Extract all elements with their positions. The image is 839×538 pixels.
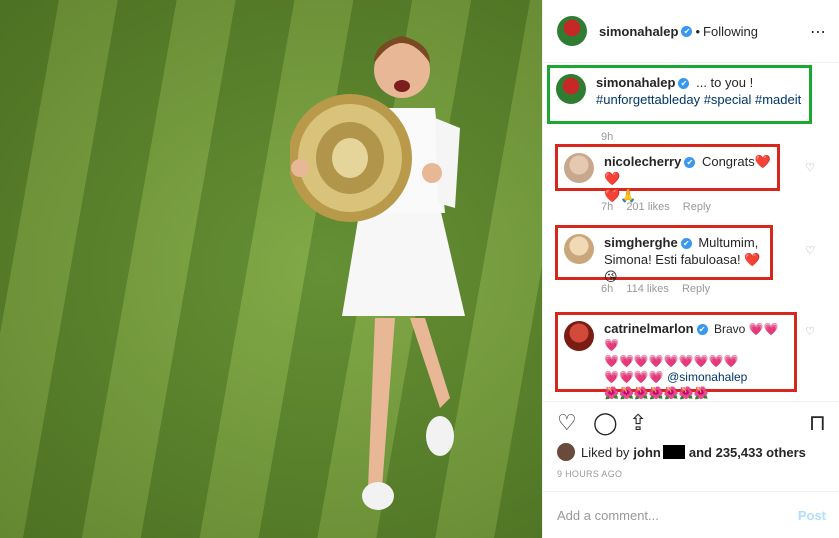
like-heart-icon[interactable]: ♡ <box>805 244 815 257</box>
following-button[interactable]: Following <box>703 24 758 39</box>
caption-age: 9h <box>601 131 614 143</box>
comment-text: Bravo <box>713 322 746 336</box>
action-bar: ♡ ◯ ⇪ ⊓ <box>543 401 839 441</box>
verified-icon: ✔ <box>678 78 690 90</box>
comment-text: Congrats <box>701 154 755 169</box>
post-header: simonahalep ✔ • Following ⋯ <box>543 0 839 63</box>
comment-age: 6h <box>601 283 614 295</box>
comment-likes[interactable]: 201 likes <box>626 201 669 213</box>
comment-username[interactable]: simgherghe <box>604 235 678 250</box>
post-button[interactable]: Post <box>798 508 826 523</box>
heart-icon[interactable]: ♡ <box>557 410 577 436</box>
comment-username[interactable]: nicolecherry <box>604 154 681 169</box>
comment-catrinelmarlon: catrinelmarlon ✔ Bravo 💗💗💗 💗💗💗💗💗💗💗💗💗 💗💗💗💗… <box>555 312 797 400</box>
caption-username[interactable]: simonahalep <box>596 75 675 90</box>
avatar[interactable] <box>557 443 575 461</box>
verified-icon: ✔ <box>696 324 708 336</box>
verified-icon: ✔ <box>680 238 692 250</box>
comment-likes[interactable]: 114 likes <box>626 283 669 295</box>
verified-icon: ✔ <box>681 25 693 37</box>
header-username[interactable]: simonahalep <box>599 24 678 39</box>
comment-mention[interactable]: @simonahalep <box>667 370 747 384</box>
post-photo[interactable] <box>0 0 542 538</box>
avatar[interactable] <box>564 153 594 183</box>
avatar[interactable] <box>564 321 594 351</box>
avatar[interactable] <box>564 234 594 264</box>
share-icon[interactable]: ⇪ <box>629 410 647 436</box>
instagram-post: simonahalep ✔ • Following ⋯ simonahalep ✔… <box>0 0 839 538</box>
add-comment-bar: Post <box>543 491 839 538</box>
caption-text: ... to you ! <box>696 75 754 90</box>
comment-username[interactable]: catrinelmarlon <box>604 321 694 336</box>
comment-input[interactable] <box>557 507 798 523</box>
comment-nicolecherry: nicolecherry ✔ Congrats❤️❤️ ❤️🙏 <box>555 144 780 203</box>
bookmark-icon[interactable]: ⊓ <box>809 410 826 436</box>
comments-list: simonahalep ✔ ... to you ! #unforgettable… <box>543 63 839 401</box>
reply-button[interactable]: Reply <box>683 201 711 213</box>
caption: simonahalep ✔ ... to you ! #unforgettable… <box>547 65 812 124</box>
comment-meta: 7h 201 likes Reply <box>601 201 721 213</box>
reply-button[interactable]: Reply <box>682 283 710 295</box>
comment-meta: 6h 114 likes Reply <box>601 283 720 295</box>
like-heart-icon[interactable]: ♡ <box>805 325 815 338</box>
like-heart-icon[interactable]: ♡ <box>805 161 815 174</box>
comment-text: Multumim, <box>698 235 759 250</box>
likes-prefix: Liked by <box>581 444 630 460</box>
comment-emoji: 💗💗💗💗 <box>604 370 664 384</box>
comment-icon[interactable]: ◯ <box>593 410 618 436</box>
comment-simgherghe: simgherghe ✔ Multumim, Simona! Esti fabul… <box>555 225 773 284</box>
likes-user[interactable]: john <box>633 445 660 460</box>
avatar[interactable] <box>557 16 587 46</box>
post-timestamp: 9 HOURS AGO <box>557 469 623 479</box>
likes-suffix[interactable]: and 235,433 others <box>689 445 806 460</box>
likes-summary: Liked by john and 235,433 others <box>557 443 806 461</box>
comment-age: 7h <box>601 201 614 213</box>
separator-dot: • <box>695 23 701 39</box>
post-sidebar: simonahalep ✔ • Following ⋯ simonahalep ✔… <box>542 0 839 538</box>
redaction-box <box>662 445 685 459</box>
verified-icon: ✔ <box>684 157 696 169</box>
caption-hashtags[interactable]: #unforgettableday #special #madeit <box>596 92 801 107</box>
avatar[interactable] <box>556 74 586 104</box>
tennis-player-with-trophy <box>290 36 465 510</box>
more-dots-icon[interactable]: ⋯ <box>810 22 827 42</box>
comment-emoji: 🌺🌺🌺🌺🌺🌺🌺 <box>604 386 709 400</box>
comment-text: Simona! Esti fabuloasa! <box>604 252 741 267</box>
comment-emoji: 💗💗💗💗💗💗💗💗💗 <box>604 354 739 368</box>
